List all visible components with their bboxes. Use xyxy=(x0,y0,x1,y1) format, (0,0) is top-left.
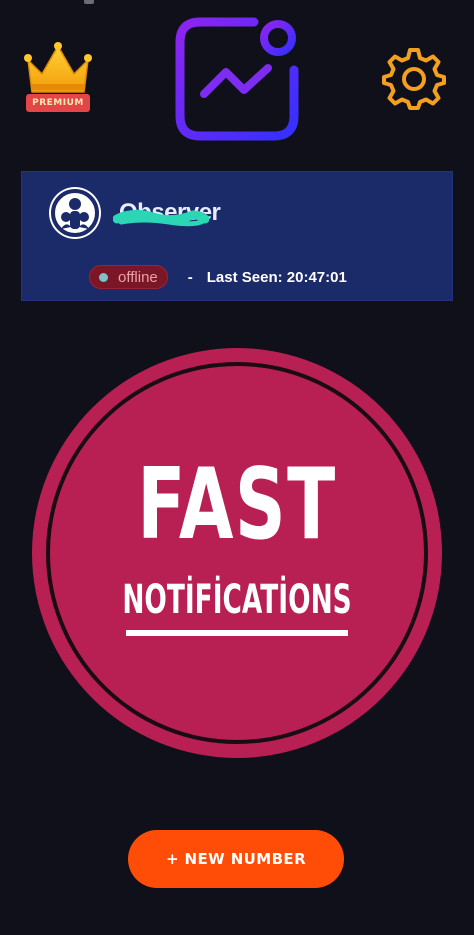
status-row: offline - Last Seen: 20:47:01 xyxy=(89,265,347,289)
gear-icon xyxy=(382,48,446,110)
hero-title: FAST xyxy=(137,448,337,562)
premium-button[interactable]: PREMIUM xyxy=(22,40,94,116)
fast-notifications-badge: FAST NOTİFİCATİONS xyxy=(32,348,442,758)
new-number-button[interactable]: + NEW NUMBER xyxy=(128,830,344,888)
settings-button[interactable] xyxy=(382,46,446,110)
app-logo-icon xyxy=(175,17,299,141)
hero-underline xyxy=(126,630,348,636)
name-redaction-scribble xyxy=(113,209,209,227)
status-dot-icon xyxy=(99,272,108,282)
app-screen: PREMIUM Observer offline - Last Seen: 20… xyxy=(0,0,474,935)
status-bar-indicator xyxy=(84,0,94,4)
status-badge: offline xyxy=(89,265,168,289)
contact-avatar-icon xyxy=(49,187,101,239)
last-seen-text: Last Seen: 20:47:01 xyxy=(206,268,347,286)
hero-subtitle: NOTİFİCATİONS xyxy=(122,577,352,623)
crown-icon xyxy=(24,42,92,93)
status-text: offline xyxy=(118,268,158,286)
status-separator: - xyxy=(187,268,193,286)
contact-card[interactable]: Observer offline - Last Seen: 20:47:01 xyxy=(21,171,453,301)
premium-label: PREMIUM xyxy=(26,94,90,112)
